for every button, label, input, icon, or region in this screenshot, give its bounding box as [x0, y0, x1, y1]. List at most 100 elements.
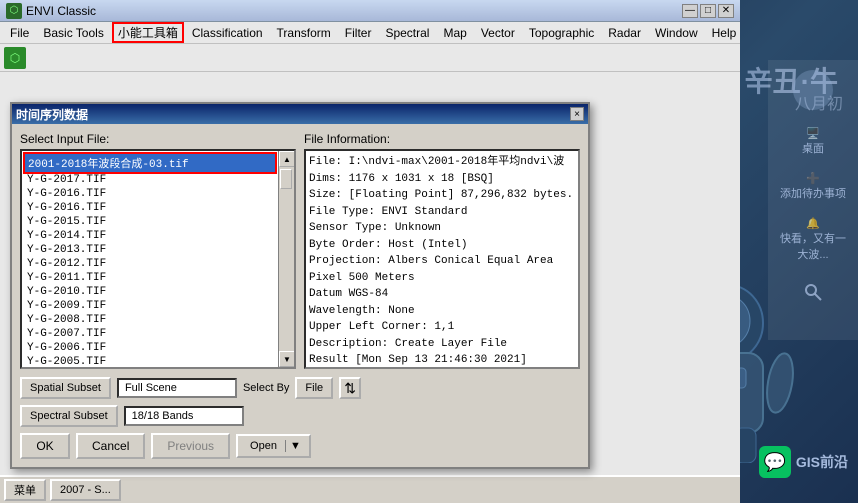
file-info-line: Result [Mon Sep 13 21:46:30 2021]	[309, 352, 575, 369]
dialog-body: Select Input File: 2001-2018年波段合成-03.tif…	[12, 124, 588, 467]
app-title: ENVI Classic	[26, 4, 96, 18]
file-list-item[interactable]: Y-G-2008.TIF	[24, 313, 276, 327]
scrollbar-thumb-area	[279, 167, 294, 351]
menu-custom-tools[interactable]: 小能工具箱	[112, 22, 184, 43]
title-bar-left: ⬡ ENVI Classic	[6, 3, 96, 19]
file-info-line: Size: [Floating Point] 87,296,832 bytes.	[309, 187, 575, 204]
menu-help[interactable]: Help	[706, 24, 743, 42]
file-list-item[interactable]: Y-G-2014.TIF	[24, 229, 276, 243]
file-info-line: Sensor Type: Unknown	[309, 220, 575, 237]
taskbar: 菜单 2007 - S...	[0, 475, 740, 503]
select-by-label: Select By	[243, 382, 289, 394]
scrollbar-up-arrow[interactable]: ▲	[279, 151, 295, 167]
file-list-item[interactable]: Y-G-2013.TIF	[24, 243, 276, 257]
file-info-line: Upper Left Corner: 1,1	[309, 319, 575, 336]
menu-classification[interactable]: Classification	[186, 24, 269, 42]
file-list-panel: Select Input File: 2001-2018年波段合成-03.tif…	[20, 132, 296, 369]
file-info-line: Description: Create Layer File	[309, 336, 575, 353]
wechat-icon: 💬	[759, 446, 791, 478]
file-list: 2001-2018年波段合成-03.tifY-G-2017.TIFY-G-201…	[22, 151, 278, 367]
dialog-time-series: 时间序列数据 × Select Input File:	[10, 102, 590, 469]
bg-avatar	[793, 70, 833, 110]
toolbar: ⬡	[0, 44, 740, 72]
file-list-item[interactable]: Y-G-2005.TIF	[24, 355, 276, 367]
file-list-scroll[interactable]: 2001-2018年波段合成-03.tifY-G-2017.TIFY-G-201…	[22, 151, 278, 367]
menu-window[interactable]: Window	[649, 24, 704, 42]
file-info-line: File Type: ENVI Standard	[309, 204, 575, 221]
file-info-line: Pixel 500 Meters	[309, 270, 575, 287]
close-button[interactable]: ✕	[718, 4, 734, 18]
menu-map[interactable]: Map	[437, 24, 472, 42]
menu-filter[interactable]: Filter	[339, 24, 378, 42]
file-info-container: File: I:\ndvi-max\2001-2018年平均ndvi\波Dims…	[304, 149, 580, 369]
button-row: OK Cancel Previous Open ▼	[20, 433, 580, 459]
select-by-row: Select By File ⇅	[243, 377, 361, 399]
file-list-item[interactable]: Y-G-2012.TIF	[24, 257, 276, 271]
file-list-item[interactable]: Y-G-2007.TIF	[24, 327, 276, 341]
menu-radar[interactable]: Radar	[602, 24, 647, 42]
file-info-line: File: I:\ndvi-max\2001-2018年平均ndvi\波	[309, 154, 575, 171]
file-list-item[interactable]: Y-G-2016.TIF	[24, 201, 276, 215]
file-list-item[interactable]: Y-G-2006.TIF	[24, 341, 276, 355]
file-list-item[interactable]: Y-G-2010.TIF	[24, 285, 276, 299]
file-list-item[interactable]: Y-G-2009.TIF	[24, 299, 276, 313]
file-list-scrollbar[interactable]: ▲ ▼	[278, 151, 294, 367]
file-info-panel: File Information: File: I:\ndvi-max\2001…	[304, 132, 580, 369]
select-input-label: Select Input File:	[20, 132, 296, 146]
file-list-container: 2001-2018年波段合成-03.tifY-G-2017.TIFY-G-201…	[20, 149, 296, 369]
scrollbar-down-arrow[interactable]: ▼	[279, 351, 295, 367]
menu-basic-tools[interactable]: Basic Tools	[37, 24, 109, 42]
menu-file[interactable]: File	[4, 24, 35, 42]
file-info-line: Dims: 1176 x 1031 x 18 [BSQ]	[309, 171, 575, 188]
ok-button[interactable]: OK	[20, 433, 70, 459]
panels-row: Select Input File: 2001-2018年波段合成-03.tif…	[20, 132, 580, 369]
menu-bar: File Basic Tools 小能工具箱 Classification Tr…	[0, 22, 740, 44]
file-info-text: File: I:\ndvi-max\2001-2018年平均ndvi\波Dims…	[306, 151, 578, 369]
file-info-label: File Information:	[304, 132, 580, 146]
file-info-line: Byte Order: Host (Intel)	[309, 237, 575, 254]
title-bar: ⬡ ENVI Classic — □ ✕	[0, 0, 740, 22]
app-icon: ⬡	[6, 3, 22, 19]
open-arrow-icon[interactable]: ▼	[285, 440, 305, 452]
spectral-subset-button[interactable]: Spectral Subset	[20, 405, 118, 427]
file-info-line: Projection: Albers Conical Equal Area	[309, 253, 575, 270]
menu-spectral[interactable]: Spectral	[379, 24, 435, 42]
sort-button[interactable]: ⇅	[339, 377, 361, 399]
wechat-bar[interactable]: 💬 GIS前沿	[759, 446, 848, 478]
cancel-button[interactable]: Cancel	[76, 433, 145, 459]
menu-topographic[interactable]: Topographic	[523, 24, 600, 42]
scrollbar-thumb[interactable]	[280, 169, 292, 189]
dialog-title: 时间序列数据	[16, 106, 88, 123]
file-list-item[interactable]: Y-G-2017.TIF	[24, 173, 276, 187]
file-list-item[interactable]: 2001-2018年波段合成-03.tif	[24, 153, 276, 173]
wechat-label: GIS前沿	[796, 452, 848, 472]
previous-button[interactable]: Previous	[151, 433, 230, 459]
menu-transform[interactable]: Transform	[271, 24, 337, 42]
file-list-item[interactable]: Y-G-2015.TIF	[24, 215, 276, 229]
bg-sidebar-desktop[interactable]: 🖥️桌面	[773, 123, 853, 160]
maximize-button[interactable]: □	[700, 4, 716, 18]
spatial-subset-value: Full Scene	[117, 378, 237, 398]
open-label: Open	[242, 440, 285, 452]
file-list-item[interactable]: Y-G-2016.TIF	[24, 187, 276, 201]
minimize-button[interactable]: —	[682, 4, 698, 18]
taskbar-item-1[interactable]: 2007 - S...	[50, 479, 121, 501]
file-info-line: Datum WGS-84	[309, 286, 575, 303]
title-bar-buttons: — □ ✕	[682, 4, 734, 18]
file-info-line: Wavelength: None	[309, 303, 575, 320]
spectral-subset-row: Spectral Subset 18/18 Bands	[20, 405, 580, 427]
spatial-subset-button[interactable]: Spatial Subset	[20, 377, 111, 399]
open-split-button[interactable]: Open ▼	[236, 434, 311, 458]
menu-vector[interactable]: Vector	[475, 24, 521, 42]
bg-sidebar-news[interactable]: 🔔快看，又有一大波...	[773, 213, 853, 266]
dialog-title-bar: 时间序列数据 ×	[12, 104, 588, 124]
toolbar-app-icon: ⬡	[4, 47, 26, 69]
spatial-subset-row: Spatial Subset Full Scene Select By File…	[20, 377, 580, 399]
main-content: 时间序列数据 × Select Input File:	[0, 72, 740, 503]
bg-sidebar-todo[interactable]: ➕添加待办事项	[773, 168, 853, 205]
taskbar-menu[interactable]: 菜单	[4, 479, 46, 501]
select-by-button[interactable]: File	[295, 377, 333, 399]
dialog-close-button[interactable]: ×	[570, 107, 584, 121]
envi-window: ⬡ ENVI Classic — □ ✕ File Basic Tools 小能…	[0, 0, 740, 503]
file-list-item[interactable]: Y-G-2011.TIF	[24, 271, 276, 285]
